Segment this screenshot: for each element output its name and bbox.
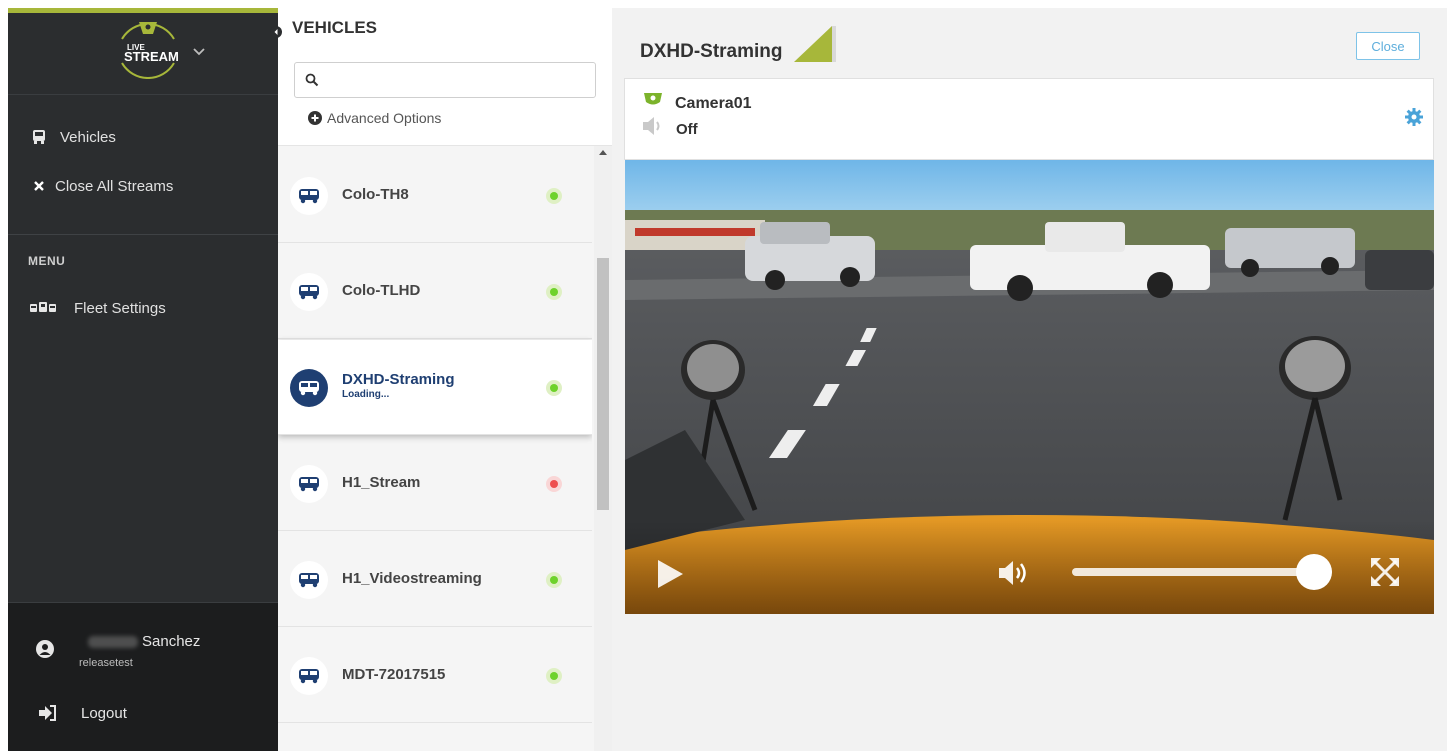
- vehicle-list-item[interactable]: Colo-TH8: [278, 148, 592, 243]
- nav-close-all-streams[interactable]: Close All Streams: [8, 168, 278, 204]
- vehicle-list-item[interactable]: H1_Stream: [278, 436, 592, 531]
- bus-icon: [290, 561, 328, 599]
- redacted-first-name: [88, 636, 138, 649]
- status-indicator: [546, 668, 562, 684]
- logo-text-stream: STREAM: [124, 49, 179, 64]
- speaker-off-icon: [643, 117, 660, 135]
- close-icon: [30, 177, 48, 195]
- status-indicator: [546, 476, 562, 492]
- logo-area: LIVE STREAM: [8, 13, 278, 95]
- status-indicator: [546, 188, 562, 204]
- user-account: releasetest: [79, 657, 133, 669]
- vehicle-list-item[interactable]: DXHD-Straming Loading...: [278, 340, 592, 435]
- nav-vehicles[interactable]: Vehicles: [8, 119, 278, 155]
- video-controls: [625, 520, 1434, 614]
- bus-icon: [290, 465, 328, 503]
- live-stream-logo[interactable]: LIVE STREAM: [108, 17, 188, 79]
- chevron-down-icon[interactable]: [192, 47, 206, 57]
- volume-slider-track[interactable]: [1072, 568, 1332, 576]
- advanced-options-link[interactable]: Advanced Options: [308, 110, 441, 126]
- vehicle-name: H1_Stream: [342, 474, 421, 491]
- gear-icon[interactable]: [1404, 107, 1424, 127]
- title-accent-triangle: [794, 26, 836, 62]
- status-indicator: [546, 284, 562, 300]
- camera-icon: [644, 93, 662, 105]
- advanced-options-label: Advanced Options: [327, 110, 442, 126]
- play-icon[interactable]: [655, 558, 685, 590]
- audio-status: Off: [676, 121, 698, 138]
- sidebar: LIVE STREAM Vehicles Close All Streams M…: [8, 8, 278, 751]
- video-player[interactable]: [625, 160, 1434, 614]
- vehicle-name: Colo-TLHD: [342, 282, 421, 299]
- close-stream-button[interactable]: Close: [1356, 32, 1420, 60]
- vehicle-list: Colo-TH8 Colo-TLHD DXHD-Straming Loading...…: [278, 146, 592, 751]
- search-icon: [305, 73, 319, 87]
- user-name: Sanchez: [88, 633, 200, 650]
- nav-close-all-label: Close All Streams: [55, 177, 174, 195]
- main-panel: DXHD-Straming Close Camera01 Off: [612, 8, 1447, 751]
- plus-circle-icon: [308, 111, 322, 125]
- nav-fleet-settings[interactable]: Fleet Settings: [8, 290, 278, 326]
- search-box[interactable]: [294, 62, 596, 98]
- bus-icon: [290, 657, 328, 695]
- vehicle-name: DXHD-Straming: [342, 371, 455, 388]
- status-indicator: [546, 380, 562, 396]
- user-block: Sanchez releasetest Logout: [8, 602, 278, 751]
- bus-icon: [290, 369, 328, 407]
- vehicle-list-item[interactable]: H1_Videostreaming: [278, 532, 592, 627]
- search-input[interactable]: [329, 69, 591, 91]
- logout-button[interactable]: Logout: [8, 695, 278, 731]
- logout-icon: [39, 705, 56, 721]
- volume-slider-knob[interactable]: [1296, 554, 1332, 590]
- scroll-thumb[interactable]: [597, 258, 609, 510]
- logout-label: Logout: [81, 705, 127, 722]
- fullscreen-icon[interactable]: [1369, 556, 1401, 588]
- app-root: LIVE STREAM Vehicles Close All Streams M…: [0, 0, 1447, 751]
- status-indicator: [546, 572, 562, 588]
- vehicle-name: Colo-TH8: [342, 186, 409, 203]
- bus-icon: [290, 177, 328, 215]
- vehicle-name: H1_Videostreaming: [342, 570, 482, 587]
- vehicles-panel-header: VEHICLES Advanced Options: [278, 8, 612, 146]
- scroll-up-arrow-icon[interactable]: [599, 150, 607, 155]
- bus-icon: [30, 128, 48, 146]
- stream-title: DXHD-Straming: [640, 41, 783, 62]
- bus-icon: [290, 273, 328, 311]
- sidebar-divider: [8, 234, 278, 235]
- vehicle-substatus: Loading...: [342, 389, 390, 400]
- camera-name: Camera01: [675, 95, 752, 112]
- vehicle-list-item[interactable]: Colo-TLHD: [278, 244, 592, 339]
- camera-card: Camera01 Off: [624, 78, 1434, 160]
- vehicles-panel-title: VEHICLES: [292, 18, 378, 37]
- nav-vehicles-label: Vehicles: [60, 128, 116, 146]
- user-last-name: Sanchez: [142, 633, 201, 650]
- vehicle-list-item[interactable]: MDT-72017515: [278, 628, 592, 723]
- fleet-icon: [30, 299, 56, 317]
- menu-heading: MENU: [28, 254, 66, 268]
- user-icon: [36, 640, 54, 658]
- volume-icon[interactable]: [997, 558, 1031, 588]
- vehicle-name: MDT-72017515: [342, 666, 446, 683]
- nav-fleet-settings-label: Fleet Settings: [74, 299, 166, 317]
- collapse-panel-icon[interactable]: [270, 25, 282, 39]
- vehicle-list-scrollbar[interactable]: [594, 146, 612, 751]
- vehicles-panel: VEHICLES Advanced Options Colo-TH8 Colo-T…: [278, 8, 612, 751]
